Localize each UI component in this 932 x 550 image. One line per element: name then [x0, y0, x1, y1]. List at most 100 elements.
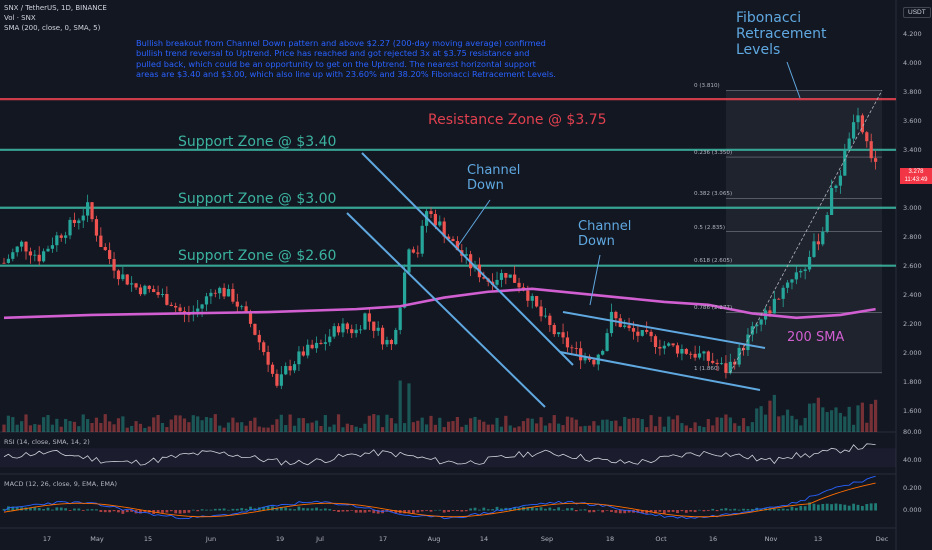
volume-bar: [627, 418, 631, 432]
candle-body: [526, 290, 530, 301]
candle-body: [380, 327, 385, 345]
analysis-description: Bullish breakout from Channel Down patte…: [136, 38, 556, 80]
candle-body: [130, 283, 134, 285]
candle-body: [275, 373, 279, 386]
macd-histogram-bar: [288, 508, 292, 511]
volume-bar: [623, 416, 627, 432]
volume-bar: [319, 426, 323, 432]
support-340-label: Support Zone @ $3.40: [178, 134, 337, 150]
candle-body: [262, 342, 266, 353]
sma-header: SMA (200, close, 0, SMA, 5): [4, 24, 101, 32]
volume-bar: [156, 414, 160, 432]
volume-bar: [781, 415, 785, 432]
candle-body: [209, 292, 213, 297]
y-axis-tick: 3.600: [903, 116, 922, 125]
volume-bar: [455, 416, 460, 432]
candle-body: [790, 279, 794, 283]
fibonacci-level-label: 0.382 (3.065): [694, 191, 733, 198]
candle-body: [416, 252, 420, 254]
fibonacci-level-label: 0.618 (2.605): [694, 257, 733, 264]
candle-body: [785, 282, 790, 288]
macd-histogram-bar: [847, 505, 851, 511]
volume-bar: [15, 424, 19, 432]
volume-bar: [847, 406, 851, 432]
macd-histogram-bar: [442, 510, 446, 513]
candle-body: [794, 272, 798, 280]
volume-bar: [429, 415, 433, 432]
volume-bar: [451, 421, 455, 432]
candle-body: [557, 332, 561, 335]
price-chart[interactable]: [0, 0, 932, 550]
volume-bar: [495, 417, 499, 432]
x-axis-tick: 16: [708, 535, 718, 543]
macd-histogram-bar: [838, 504, 842, 511]
volume-bar: [535, 423, 539, 432]
candle-body: [345, 323, 349, 330]
x-axis-tick: Dec: [875, 535, 889, 543]
volume-bar: [697, 425, 702, 432]
macd-histogram-bar: [200, 509, 204, 511]
candle-body: [398, 307, 402, 330]
macd-histogram-bar: [90, 509, 94, 511]
candle-body: [253, 323, 257, 335]
volume-bar: [596, 425, 600, 432]
macd-histogram-bar: [874, 503, 877, 511]
volume-bar: [645, 427, 649, 432]
candle-body: [257, 334, 261, 343]
volume-bar: [187, 422, 191, 432]
volume-bar: [530, 418, 534, 432]
macd-histogram-bar: [95, 509, 98, 511]
candle-body: [160, 293, 165, 295]
macd-histogram-bar: [174, 510, 178, 514]
sub-panel-tick: 40.00: [903, 456, 922, 464]
candle-body: [816, 241, 820, 245]
candle-body: [649, 331, 653, 337]
macd-histogram-bar: [425, 510, 428, 511]
volume-bar: [42, 417, 46, 432]
macd-histogram-bar: [350, 510, 354, 511]
volume-bar: [270, 424, 275, 432]
candle-body: [799, 270, 803, 273]
candle-body: [86, 202, 90, 216]
candle-body: [46, 248, 50, 252]
volume-bar: [20, 421, 24, 432]
x-axis-tick: 17: [42, 535, 52, 543]
candle-body: [420, 225, 424, 254]
macd-histogram-bar: [552, 509, 556, 511]
macd-histogram-bar: [169, 510, 173, 512]
candle-body: [438, 221, 442, 226]
volume-bar: [332, 424, 336, 432]
macd-histogram-bar: [433, 509, 437, 511]
macd-histogram-bar: [693, 510, 697, 513]
macd-histogram-bar: [724, 508, 728, 511]
volume-bar: [372, 414, 376, 432]
volume-bar: [420, 417, 424, 432]
volume-bar: [160, 422, 165, 432]
candle-body: [99, 235, 103, 248]
volume-bar: [218, 425, 222, 432]
channel-down-lower-line: [346, 212, 546, 408]
volume-bar: [424, 424, 429, 432]
volume-bar: [825, 412, 829, 432]
volume-bar: [869, 403, 873, 432]
volume-bar: [341, 427, 345, 432]
currency-label[interactable]: USDT: [903, 7, 931, 18]
candle-body: [279, 374, 283, 386]
sub-panel-tick: 0.200: [903, 484, 922, 492]
macd-histogram-bar: [676, 510, 679, 514]
volume-bar: [112, 424, 116, 432]
rsi-band: [0, 448, 896, 468]
candle-body: [873, 158, 878, 162]
candle-body: [552, 324, 556, 335]
volume-bar: [266, 427, 270, 432]
candle-body: [535, 296, 539, 307]
volume-bar: [750, 422, 754, 432]
volume-bar: [741, 418, 746, 432]
volume-bar: [240, 422, 244, 432]
macd-histogram-bar: [341, 510, 345, 512]
candle-body: [636, 331, 640, 336]
volume-bar: [570, 417, 574, 432]
volume-bar: [297, 418, 301, 432]
macd-histogram-bar: [332, 510, 336, 512]
candle-body: [196, 308, 200, 312]
